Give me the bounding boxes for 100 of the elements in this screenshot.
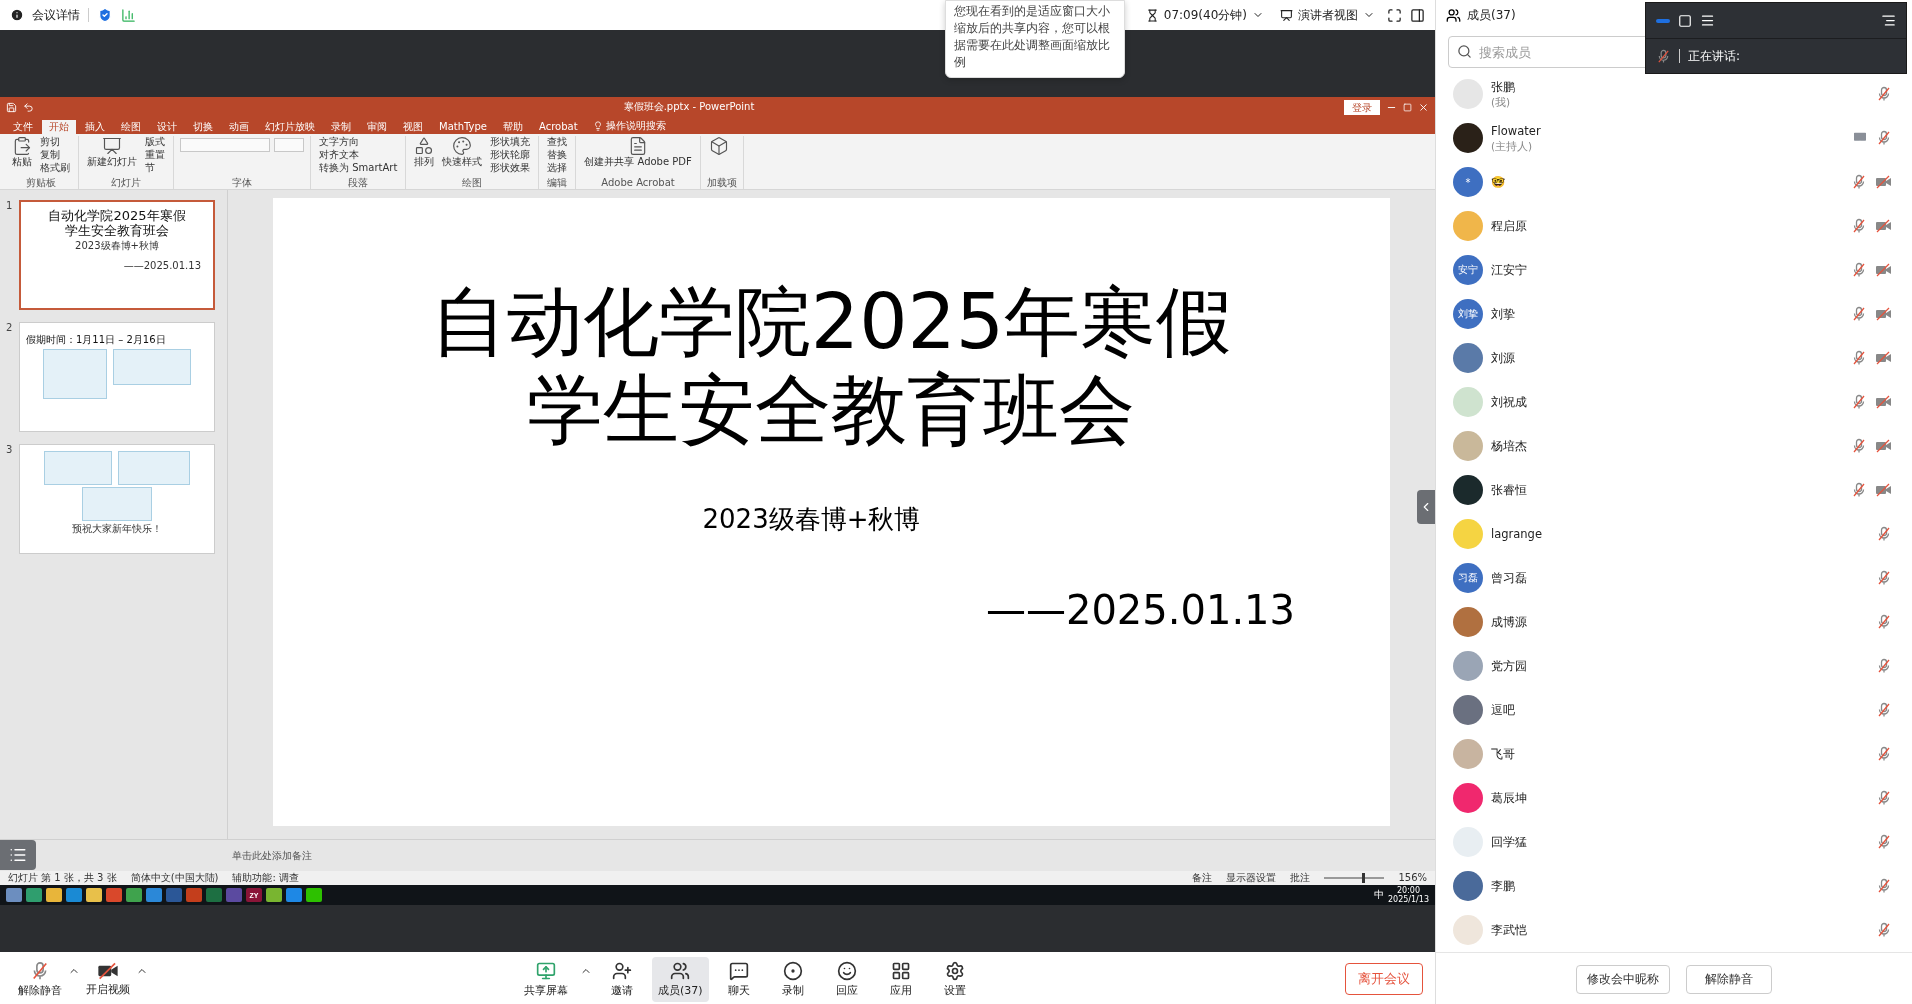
ribbon-button[interactable]: 转换为 SmartArt: [317, 162, 400, 174]
collapse-icon[interactable]: [1881, 13, 1896, 28]
undo-icon[interactable]: [23, 101, 34, 113]
member-name: 江安宁: [1491, 262, 1528, 278]
ribbon-tab[interactable]: 切换: [186, 120, 220, 134]
save-icon[interactable]: [6, 101, 17, 113]
font-field[interactable]: [274, 138, 304, 152]
slide-thumbnail[interactable]: 预祝大家新年快乐！: [19, 444, 215, 554]
ribbon-button[interactable]: 节: [143, 162, 167, 174]
leave-meeting-button[interactable]: 离开会议: [1345, 963, 1423, 995]
shapes-icon: [414, 136, 435, 156]
ribbon-tab[interactable]: 动画: [222, 120, 256, 134]
list-button[interactable]: [0, 840, 36, 870]
slide-thumbnail[interactable]: 自动化学院2025年寒假 学生安全教育班会 2023级春博+秋博 ——2025.01.13: [19, 200, 215, 310]
footer-button[interactable]: 解除静音: [1686, 965, 1772, 994]
view-mode-button[interactable]: 演讲者视图: [1276, 6, 1379, 24]
footer-button[interactable]: 修改会中昵称: [1576, 965, 1670, 994]
ribbon-tab[interactable]: 绘图: [114, 120, 148, 134]
close-icon[interactable]: [1418, 101, 1429, 113]
tooltip: 您现在看到的是适应窗口大小缩放后的共享内容，您可以根据需要在此处调整画面缩放比例: [945, 0, 1125, 78]
ribbon-button[interactable]: 选择: [545, 162, 570, 174]
ribbon-tab[interactable]: Acrobat: [532, 120, 585, 134]
window-icon[interactable]: [1678, 13, 1692, 28]
collapse-button[interactable]: [1417, 490, 1435, 524]
ribbon-tab[interactable]: 插入: [78, 120, 112, 134]
ribbon-button[interactable]: 替换: [545, 149, 570, 161]
ribbon-tab[interactable]: 文件: [6, 120, 40, 134]
ribbon-button[interactable]: 剪切: [38, 136, 72, 148]
member-name: 飞哥: [1491, 746, 1516, 762]
toolbar-button[interactable]: 开启视频: [80, 957, 136, 1001]
users-icon: [1446, 7, 1461, 23]
initials-avatar: 刘挚: [1453, 299, 1483, 329]
ribbon-button[interactable]: 文字方向: [317, 136, 400, 148]
slide-thumbnail[interactable]: 假期时间：1月11日 – 2月16日: [19, 322, 215, 432]
toolbar-button[interactable]: 共享屏幕: [518, 956, 574, 1002]
ribbon-tab[interactable]: 审阅: [360, 120, 394, 134]
sign-in-button[interactable]: 登录: [1344, 99, 1380, 115]
comments-button[interactable]: 批注: [1290, 872, 1311, 884]
ribbon-tab[interactable]: 录制: [324, 120, 358, 134]
ribbon-button[interactable]: 快速样式: [440, 136, 485, 167]
ribbon-tab[interactable]: 设计: [150, 120, 184, 134]
minimize-icon[interactable]: [1656, 18, 1670, 23]
ribbon-button[interactable]: 新建幻灯片: [85, 136, 139, 167]
maximize-icon[interactable]: [1403, 102, 1412, 112]
window-title: 寒假班会.pptx - PowerPoint: [623, 100, 755, 114]
ribbon-tab[interactable]: MathType: [432, 120, 494, 134]
initials-avatar: *: [1453, 167, 1483, 197]
ribbon-button[interactable]: 重置: [143, 149, 167, 161]
tell-me-search[interactable]: 操作说明搜索: [586, 118, 672, 134]
toolbar-button[interactable]: 设置: [930, 956, 979, 1002]
member-name: 李武恺: [1491, 922, 1528, 938]
ribbon-tab[interactable]: 幻灯片放映: [258, 120, 322, 134]
smile-icon: [836, 960, 857, 981]
slide-subtitle: 2023级春博+秋博: [75, 240, 159, 252]
ribbon-button[interactable]: 格式刷: [38, 162, 72, 174]
ribbon-button[interactable]: 形状填充: [488, 136, 533, 148]
notes-button[interactable]: 备注: [1192, 872, 1213, 884]
ribbon-tab[interactable]: 开始: [42, 120, 76, 134]
settings-icon: [944, 960, 965, 981]
ribbon-button[interactable]: 形状效果: [488, 162, 533, 174]
accessibility-status[interactable]: 辅助功能: 调查: [232, 872, 299, 884]
ribbon-tab[interactable]: 帮助: [496, 120, 530, 134]
taskbar-date: 2025/1/13: [1387, 895, 1429, 904]
ribbon-button[interactable]: 排列: [412, 136, 437, 167]
ribbon-button[interactable]: 对齐文本: [317, 149, 400, 161]
ribbon-button[interactable]: 查找: [545, 136, 570, 148]
document-picture: [43, 349, 107, 399]
ribbon-button[interactable]: 粘贴: [10, 136, 34, 167]
member-name: lagrange: [1491, 526, 1543, 542]
language-status[interactable]: 简体中文(中国大陆): [130, 872, 219, 884]
toolbar-button[interactable]: 录制: [768, 956, 817, 1002]
ribbon-group-label: 绘图: [461, 177, 484, 189]
taskbar-time: 20:00: [1396, 886, 1420, 895]
input-method-indicator[interactable]: 中: [1373, 888, 1384, 902]
toolbar-button[interactable]: 应用: [876, 956, 925, 1002]
signal-icon[interactable]: [121, 7, 136, 23]
sidebar-icon[interactable]: [1410, 7, 1425, 23]
hourglass-icon: [1145, 8, 1159, 22]
toolbar-button[interactable]: 邀请: [598, 956, 646, 1002]
zoom-slider-thumb[interactable]: [1361, 873, 1365, 883]
toolbar-button[interactable]: 解除静音: [12, 956, 68, 1002]
ribbon-button[interactable]: 复制: [38, 149, 72, 161]
toolbar-button[interactable]: 回应: [822, 956, 871, 1002]
display-settings-button[interactable]: 显示器设置: [1226, 872, 1277, 884]
ribbon-button[interactable]: 版式: [143, 136, 167, 148]
toolbar-button[interactable]: 成员(37): [652, 956, 709, 1002]
font-field[interactable]: [180, 138, 270, 152]
shield-icon[interactable]: [97, 7, 113, 23]
users-icon: [670, 960, 691, 981]
ribbon-button[interactable]: 创建并共享 Adobe PDF: [582, 136, 694, 167]
notes-placeholder[interactable]: 单击此处添加备注: [232, 848, 312, 863]
menu-icon[interactable]: [1700, 13, 1715, 28]
toolbar-button[interactable]: 聊天: [714, 956, 763, 1002]
timer-button[interactable]: 07:09(40分钟): [1141, 6, 1268, 24]
initials-avatar: 习磊: [1453, 563, 1483, 593]
ribbon-button[interactable]: 形状轮廓: [488, 149, 533, 161]
fullscreen-icon[interactable]: [1387, 7, 1402, 23]
member-name: Flowater: [1491, 123, 1542, 139]
meeting-info-link[interactable]: 会议详情: [32, 6, 80, 24]
ribbon-tab[interactable]: 视图: [396, 120, 430, 134]
